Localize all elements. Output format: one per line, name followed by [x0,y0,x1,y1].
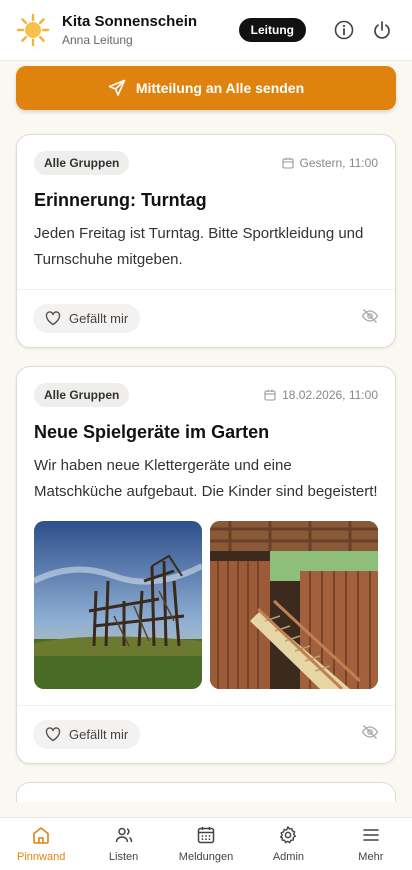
app-header: Kita Sonnenschein Anna Leitung Leitung [0,0,412,61]
heart-icon [45,727,61,742]
post-card: Alle Gruppen 18.02.2026, 11:00 Neue Spie… [16,366,396,764]
like-button[interactable]: Gefällt mir [33,720,141,749]
calendar-icon [197,826,215,844]
tab-mehr[interactable]: Mehr [330,818,412,870]
calendar-icon [281,157,294,169]
post-feed: Alle Gruppen Gestern, 11:00 Erinnerung: … [16,134,396,802]
sun-icon [16,13,50,47]
tab-label: Meldungen [178,851,234,863]
logout-button[interactable] [368,16,396,44]
power-icon [374,21,390,39]
like-label: Gefällt mir [69,727,129,742]
tab-listen[interactable]: Listen [82,818,164,870]
tab-admin[interactable]: Admin [247,818,329,870]
mud-kitchen-photo[interactable] [210,521,378,689]
tab-meldungen[interactable]: Meldungen [165,818,247,870]
home-icon [33,827,50,844]
send-icon [108,79,126,96]
tab-label: Pinnwand [17,851,66,863]
kita-name: Kita Sonnenschein [62,13,198,30]
post-date-text: Gestern, 11:00 [299,156,379,170]
info-icon [334,20,354,40]
post-date-text: 18.02.2026, 11:00 [282,388,378,402]
post-text: Wir haben neue Klettergeräte und eine Ma… [34,457,378,500]
bottom-tab-bar: Pinnwand Listen Meldungen Admin Mehr [0,817,412,870]
post-text: Jeden Freitag ist Turntag. Bitte Sportkl… [34,225,364,268]
send-button-label: Mitteilung an Alle senden [135,80,305,96]
tab-label: Admin [272,851,305,863]
menu-icon [363,829,379,841]
role-badge: Leitung [238,18,306,42]
like-button[interactable]: Gefällt mir [33,304,141,333]
post-date: 18.02.2026, 11:00 [264,388,378,402]
heart-icon [45,311,61,326]
like-label: Gefällt mir [69,311,129,326]
hide-post-button[interactable] [361,724,379,745]
users-icon [115,827,132,843]
group-tag: Alle Gruppen [34,383,130,407]
post-title: Neue Spielgeräte im Garten [34,422,270,442]
user-name: Anna Leitung [62,33,133,47]
send-to-all-button[interactable]: Mitteilung an Alle senden [16,66,396,110]
playground-photo[interactable] [34,521,202,689]
post-card: Alle Gruppen Gestern, 11:00 Erinnerung: … [16,134,396,348]
post-date: Gestern, 11:00 [281,156,379,170]
group-tag: Alle Gruppen [34,151,130,175]
calendar-icon [264,389,276,401]
post-title: Erinnerung: Turntag [34,190,207,210]
info-button[interactable] [330,16,358,44]
tab-pinnwand[interactable]: Pinnwand [0,818,82,870]
tab-label: Listen [108,851,139,863]
tab-label: Mehr [358,851,384,863]
hide-post-button[interactable] [361,308,379,329]
gear-icon [280,826,297,844]
eye-off-icon [361,725,379,739]
post-card-partial [16,782,396,802]
eye-off-icon [361,309,379,323]
